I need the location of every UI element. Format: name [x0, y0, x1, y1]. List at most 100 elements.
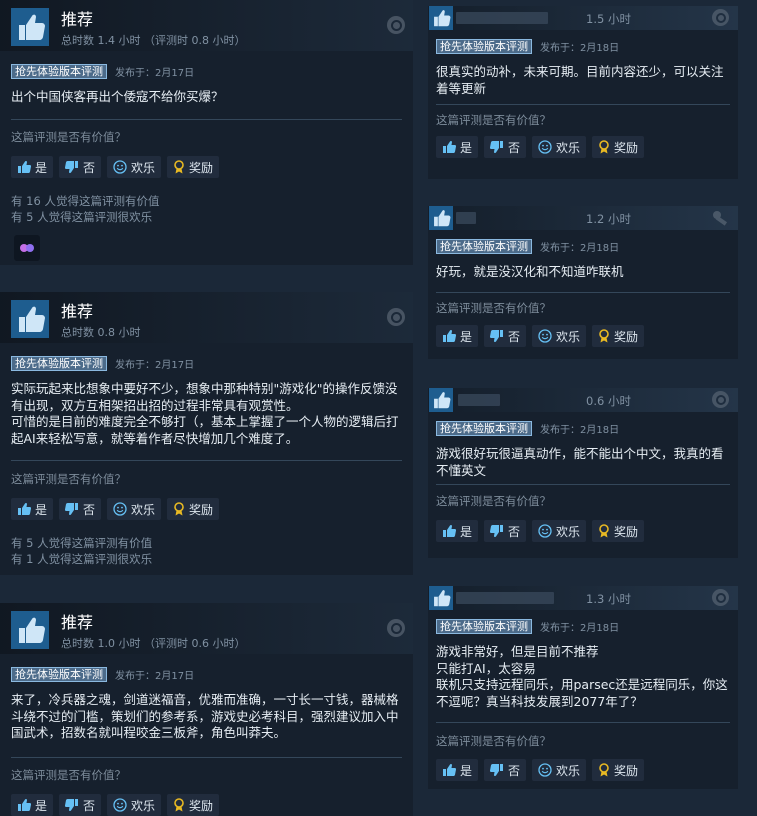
posted-date: 发布于：2月18日: [540, 242, 620, 254]
vote-yes-button[interactable]: 是: [436, 520, 479, 542]
vote-funny-label: 欢乐: [556, 140, 581, 155]
vote-no-button[interactable]: 否: [484, 136, 527, 158]
thumbs-up-icon: [442, 140, 456, 154]
vote-no-button[interactable]: 否: [59, 156, 102, 178]
review-header: 1.5 小时: [428, 6, 738, 30]
vote-funny-label: 欢乐: [131, 798, 156, 813]
vote-no-button[interactable]: 否: [484, 759, 527, 781]
vote-no-label: 否: [508, 524, 521, 539]
divider: [11, 119, 402, 120]
steam-icon: [387, 308, 405, 326]
award-icon: [598, 329, 610, 343]
review-text: 游戏很好玩很逼真动作，能不能出个中文，我真的看不懂英文: [436, 446, 724, 478]
award-button[interactable]: 奖励: [167, 498, 220, 520]
review-text: 出个中国侠客再出个倭寇不给你买爆？: [11, 89, 224, 104]
reviewer-name-blurred[interactable]: [458, 394, 500, 406]
smiley-icon: [113, 502, 127, 516]
vote-no-button[interactable]: 否: [59, 498, 102, 520]
vote-yes-button[interactable]: 是: [436, 759, 479, 781]
helpful-question: 这篇评测是否有价值？: [11, 472, 126, 486]
vote-funny-button[interactable]: 欢乐: [532, 325, 587, 347]
vote-yes-button[interactable]: 是: [436, 136, 479, 158]
posted-date: 发布于：2月18日: [540, 42, 620, 54]
thumbs-down-icon: [65, 798, 79, 812]
steam-icon: [387, 16, 405, 34]
funny-count: 有 1 人觉得这篇评测很欢乐: [11, 552, 153, 566]
vote-funny-button[interactable]: 欢乐: [532, 136, 587, 158]
thumbs-down-icon: [490, 140, 504, 154]
thumbs-down-icon: [490, 329, 504, 343]
vote-funny-label: 欢乐: [556, 763, 581, 778]
award-button[interactable]: 奖励: [592, 520, 645, 542]
review-card: 0.6 小时 抢先体验版本评测 发布于：2月18日 游戏很好玩很逼真动作，能不能…: [428, 388, 738, 558]
thumbs-down-icon: [490, 524, 504, 538]
review-card: 1.3 小时 抢先体验版本评测 发布于：2月18日 游戏非常好，但是目前不推荐 …: [428, 586, 738, 789]
vote-yes-button[interactable]: 是: [436, 325, 479, 347]
early-access-badge: 抢先体验版本评测: [436, 238, 532, 254]
recommended-title[interactable]: 推荐: [61, 303, 93, 321]
review-text: 好玩，就是没汉化和不知道咋联机: [436, 264, 624, 279]
award-icon: [173, 798, 185, 812]
divider: [436, 722, 730, 723]
helpful-count: 有 5 人觉得这篇评测有价值: [11, 536, 153, 550]
divider: [11, 757, 402, 758]
helpful-question: 这篇评测是否有价值？: [11, 130, 126, 144]
thumbs-up-icon: [442, 763, 456, 777]
review-header: 推荐 总时数 1.0 小时 （评测时 0.6 小时）: [0, 603, 413, 654]
award-icon: [598, 140, 610, 154]
steam-icon: [712, 589, 729, 606]
review-text: 来了，冷兵器之魂，剑道迷福音，优雅而准确，一寸长一寸钱，器械格斗绕不过的门槛，策…: [11, 692, 399, 740]
award-button[interactable]: 奖励: [167, 156, 220, 178]
vote-funny-button[interactable]: 欢乐: [107, 794, 162, 816]
thumbs-down-icon: [65, 160, 79, 174]
funny-count: 有 5 人觉得这篇评测很欢乐: [11, 210, 153, 224]
award-emoji-icon[interactable]: [14, 235, 40, 261]
award-button[interactable]: 奖励: [592, 136, 645, 158]
vote-funny-button[interactable]: 欢乐: [107, 498, 162, 520]
award-button[interactable]: 奖励: [592, 325, 645, 347]
award-label: 奖励: [189, 798, 214, 813]
thumbs-up-icon: [429, 206, 453, 230]
review-header: 1.3 小时: [428, 586, 738, 610]
vote-no-button[interactable]: 否: [484, 325, 527, 347]
vote-funny-label: 欢乐: [556, 524, 581, 539]
posted-date: 发布于：2月17日: [115, 670, 195, 682]
vote-no-label: 否: [508, 140, 521, 155]
smiley-icon: [113, 798, 127, 812]
vote-no-button[interactable]: 否: [59, 794, 102, 816]
recommended-title[interactable]: 推荐: [61, 11, 93, 29]
posted-date: 发布于：2月18日: [540, 424, 620, 436]
recommended-title[interactable]: 推荐: [61, 614, 93, 632]
vote-funny-button[interactable]: 欢乐: [107, 156, 162, 178]
vote-yes-label: 是: [35, 798, 48, 813]
review-card: 推荐 总时数 0.8 小时 抢先体验版本评测 发布于：2月17日 实际玩起来比想…: [0, 292, 413, 575]
reviewer-name-blurred[interactable]: [456, 592, 554, 604]
helpful-question: 这篇评测是否有价值？: [11, 768, 126, 782]
early-access-badge: 抢先体验版本评测: [11, 355, 107, 371]
award-icon: [598, 763, 610, 777]
vote-yes-button[interactable]: 是: [11, 156, 54, 178]
award-button[interactable]: 奖励: [167, 794, 220, 816]
reviewer-name-blurred[interactable]: [456, 12, 548, 24]
award-button[interactable]: 奖励: [592, 759, 645, 781]
vote-yes-button[interactable]: 是: [11, 794, 54, 816]
vote-funny-button[interactable]: 欢乐: [532, 520, 587, 542]
thumbs-up-icon: [429, 6, 453, 30]
thumbs-down-icon: [65, 502, 79, 516]
review-card: 推荐 总时数 1.4 小时 （评测时 0.8 小时） 抢先体验版本评测 发布于：…: [0, 0, 413, 265]
vote-yes-button[interactable]: 是: [11, 498, 54, 520]
posted-date: 发布于：2月17日: [115, 67, 195, 79]
vote-no-button[interactable]: 否: [484, 520, 527, 542]
playtime-hours: 1.5 小时: [586, 12, 631, 26]
review-card: 推荐 总时数 1.0 小时 （评测时 0.6 小时） 抢先体验版本评测 发布于：…: [0, 603, 413, 816]
helpful-question: 这篇评测是否有价值？: [436, 113, 551, 127]
review-header: 1.2 小时: [428, 206, 738, 230]
review-header: 0.6 小时: [428, 388, 738, 412]
reviewer-name-blurred[interactable]: [456, 212, 476, 224]
vote-funny-button[interactable]: 欢乐: [532, 759, 587, 781]
award-icon: [173, 160, 185, 174]
helpful-count: 有 16 人觉得这篇评测有价值: [11, 194, 160, 208]
vote-yes-label: 是: [460, 140, 473, 155]
playtime-hours: 1.2 小时: [586, 212, 631, 226]
steam-icon: [387, 619, 405, 637]
